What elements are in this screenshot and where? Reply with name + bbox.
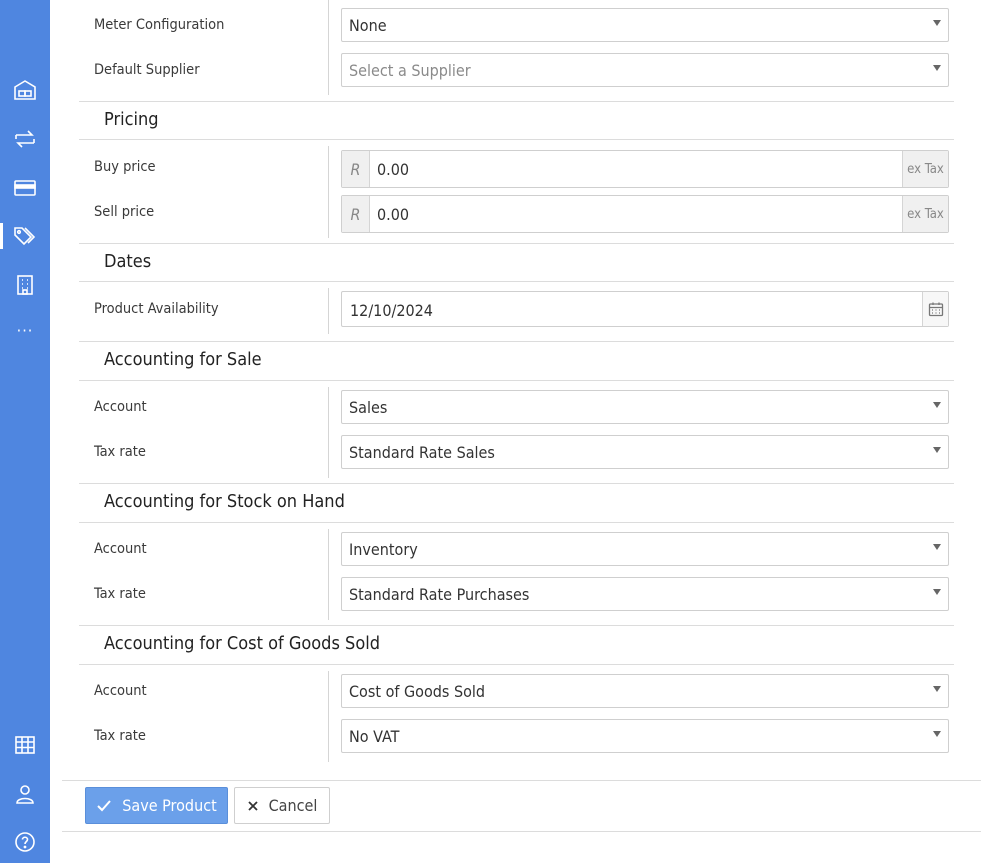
stock-tax-select[interactable]: Standard Rate Purchases	[341, 577, 949, 611]
caret-down-icon	[933, 402, 941, 408]
sale-tax-value: Standard Rate Sales	[349, 443, 495, 462]
building-icon	[17, 275, 33, 295]
default-supplier-label: Default Supplier	[94, 62, 200, 78]
close-icon	[247, 800, 258, 811]
cogs-account-label: Account	[94, 683, 147, 699]
divider	[79, 522, 954, 523]
sidebar-item-payments[interactable]	[0, 170, 50, 206]
sell-price-input[interactable]: 0.00	[377, 205, 409, 224]
sale-tax-select[interactable]: Standard Rate Sales	[341, 435, 949, 469]
stock-account-select[interactable]: Inventory	[341, 532, 949, 566]
user-icon	[16, 785, 34, 804]
sidebar-item-profile[interactable]	[0, 776, 50, 812]
column-divider	[328, 387, 329, 478]
card-icon	[14, 180, 36, 196]
footer-divider	[62, 831, 981, 832]
sale-account-label: Account	[94, 399, 147, 415]
buy-price-input[interactable]: 0.00	[377, 160, 409, 179]
meter-configuration-label: Meter Configuration	[94, 17, 225, 33]
caret-down-icon	[933, 589, 941, 595]
save-product-label: Save Product	[122, 796, 217, 815]
divider	[79, 341, 954, 342]
sidebar-item-company[interactable]	[0, 267, 50, 303]
buy-price-field[interactable]: R 0.00 ex Tax	[341, 150, 949, 188]
sale-tax-label: Tax rate	[94, 444, 146, 460]
currency-prefix: R	[342, 196, 370, 232]
sell-price-label: Sell price	[94, 204, 155, 220]
cogs-account-select[interactable]: Cost of Goods Sold	[341, 674, 949, 708]
warehouse-icon	[14, 80, 36, 100]
sale-heading: Accounting for Sale	[104, 349, 262, 370]
calendar-button[interactable]	[922, 292, 948, 326]
tax-suffix: ex Tax	[902, 196, 948, 232]
sell-price-field[interactable]: R 0.00 ex Tax	[341, 195, 949, 233]
caret-down-icon	[933, 65, 941, 71]
cogs-tax-select[interactable]: No VAT	[341, 719, 949, 753]
stock-account-label: Account	[94, 541, 147, 557]
column-divider	[328, 671, 329, 762]
column-divider	[328, 288, 329, 334]
more-icon: ···	[16, 321, 34, 340]
divider	[79, 625, 954, 626]
sidebar-item-reports[interactable]	[0, 727, 50, 763]
default-supplier-select[interactable]: Select a Supplier	[341, 53, 949, 87]
help-icon	[15, 832, 35, 852]
cogs-tax-label: Tax rate	[94, 728, 146, 744]
product-availability-label: Product Availability	[94, 301, 219, 317]
sidebar-item-warehouse[interactable]	[0, 72, 50, 108]
stock-tax-label: Tax rate	[94, 586, 146, 602]
sidebar-item-products[interactable]	[0, 218, 50, 254]
stock-tax-value: Standard Rate Purchases	[349, 585, 530, 604]
sidebar: ···	[0, 0, 50, 863]
grid-icon	[15, 736, 35, 754]
transfer-icon	[15, 130, 35, 148]
sidebar-item-transfers[interactable]	[0, 121, 50, 157]
default-supplier-placeholder: Select a Supplier	[349, 61, 471, 80]
meter-configuration-select[interactable]: None	[341, 8, 949, 42]
column-divider	[328, 146, 329, 238]
sale-account-value: Sales	[349, 398, 388, 417]
caret-down-icon	[933, 731, 941, 737]
column-divider	[328, 0, 329, 95]
stock-account-value: Inventory	[349, 540, 418, 559]
buy-price-label: Buy price	[94, 159, 156, 175]
divider	[79, 380, 954, 381]
caret-down-icon	[933, 686, 941, 692]
caret-down-icon	[933, 544, 941, 550]
cancel-label: Cancel	[268, 796, 318, 815]
cogs-tax-value: No VAT	[349, 727, 400, 746]
divider	[79, 139, 954, 140]
calendar-icon	[928, 302, 943, 317]
caret-down-icon	[933, 20, 941, 26]
currency-prefix: R	[342, 151, 370, 187]
divider	[79, 101, 954, 102]
dates-heading: Dates	[104, 251, 152, 272]
product-availability-field[interactable]: 12/10/2024	[341, 291, 949, 327]
sale-account-select[interactable]: Sales	[341, 390, 949, 424]
tags-icon	[14, 227, 36, 246]
divider	[79, 483, 954, 484]
divider	[79, 243, 954, 244]
meter-configuration-value: None	[349, 16, 387, 35]
check-icon	[97, 799, 111, 811]
column-divider	[328, 529, 329, 620]
divider	[79, 664, 954, 665]
caret-down-icon	[933, 447, 941, 453]
divider	[79, 281, 954, 282]
cogs-account-value: Cost of Goods Sold	[349, 682, 486, 701]
tax-suffix: ex Tax	[902, 151, 948, 187]
cancel-button[interactable]: Cancel	[234, 787, 330, 824]
stock-heading: Accounting for Stock on Hand	[104, 491, 345, 512]
footer-divider	[62, 780, 981, 781]
pricing-heading: Pricing	[104, 109, 159, 130]
product-availability-input[interactable]: 12/10/2024	[350, 301, 433, 320]
sidebar-item-more[interactable]: ···	[0, 316, 50, 352]
cogs-heading: Accounting for Cost of Goods Sold	[104, 633, 381, 654]
save-product-button[interactable]: Save Product	[85, 787, 228, 824]
sidebar-item-help[interactable]	[0, 824, 50, 860]
